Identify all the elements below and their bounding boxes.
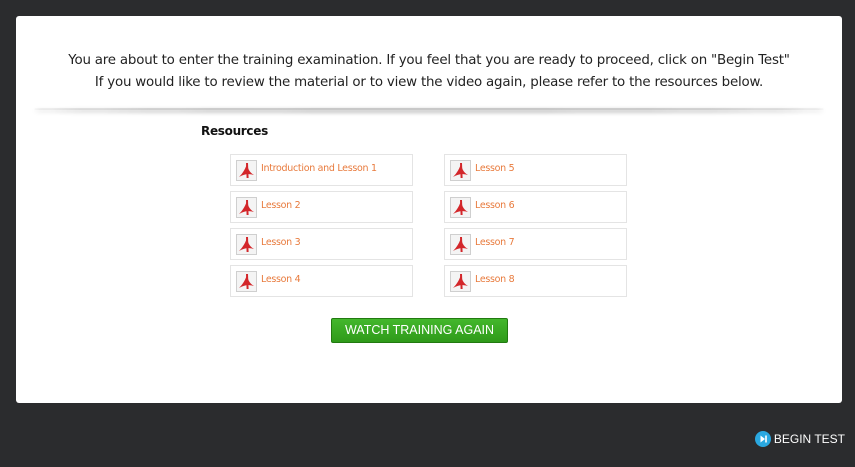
next-track-icon [754, 431, 771, 447]
intro-line-1: You are about to enter the training exam… [68, 53, 790, 68]
resource-label: Lesson 4 [261, 274, 301, 285]
divider [34, 108, 824, 110]
pdf-icon [450, 271, 471, 292]
resource-lesson-4[interactable]: Lesson 4 [230, 265, 413, 297]
resource-label: Introduction and Lesson 1 [261, 163, 377, 174]
resource-introduction-and-lesson-1[interactable]: Introduction and Lesson 1 [230, 154, 413, 186]
begin-test-button[interactable]: BEGIN TEST [754, 430, 845, 448]
resource-lesson-5[interactable]: Lesson 5 [444, 154, 627, 186]
intro-line-2: If you would like to review the material… [94, 75, 764, 90]
pdf-icon [236, 197, 257, 218]
page-frame: You are about to enter the training exam… [0, 0, 855, 467]
content-panel: You are about to enter the training exam… [16, 16, 842, 403]
resource-label: Lesson 3 [261, 237, 301, 248]
resource-label: Lesson 2 [261, 200, 301, 211]
pdf-icon [450, 197, 471, 218]
pdf-icon [450, 160, 471, 181]
pdf-icon [450, 234, 471, 255]
pdf-icon [236, 271, 257, 292]
pdf-icon [236, 160, 257, 181]
resource-label: Lesson 7 [475, 237, 515, 248]
resource-lesson-2[interactable]: Lesson 2 [230, 191, 413, 223]
resource-lesson-8[interactable]: Lesson 8 [444, 265, 627, 297]
resource-lesson-3[interactable]: Lesson 3 [230, 228, 413, 260]
resource-lesson-7[interactable]: Lesson 7 [444, 228, 627, 260]
watch-training-again-button[interactable]: WATCH TRAINING AGAIN [331, 318, 508, 343]
intro-text: You are about to enter the training exam… [16, 50, 842, 94]
pdf-icon [236, 234, 257, 255]
resource-label: Lesson 6 [475, 200, 515, 211]
resource-lesson-6[interactable]: Lesson 6 [444, 191, 627, 223]
begin-test-label: BEGIN TEST [773, 432, 845, 446]
resource-label: Lesson 5 [475, 163, 515, 174]
resources-title: Resources [201, 124, 268, 138]
resource-label: Lesson 8 [475, 274, 515, 285]
